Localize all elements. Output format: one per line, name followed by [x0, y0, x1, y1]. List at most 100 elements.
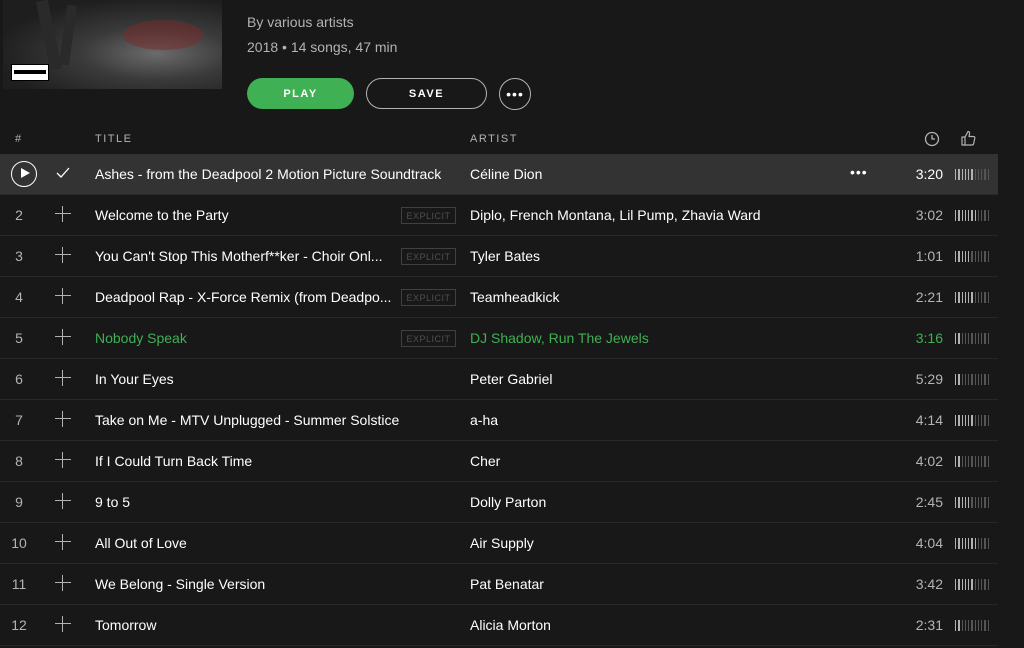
- track-duration: 5:29: [915, 371, 943, 387]
- track-row[interactable]: 10 All Out of Love Air Supply 4:04: [0, 523, 998, 564]
- more-icon: •••: [506, 86, 524, 102]
- track-artist[interactable]: Alicia Morton: [470, 617, 551, 633]
- track-duration: 4:14: [915, 412, 943, 428]
- explicit-badge: EXPLICIT: [401, 248, 456, 265]
- track-row[interactable]: 11 We Belong - Single Version Pat Benatar 3…: [0, 564, 998, 605]
- add-track-icon[interactable]: [55, 288, 71, 304]
- popularity-bar: [955, 538, 989, 549]
- track-title[interactable]: All Out of Love: [95, 535, 455, 551]
- track-row[interactable]: 5 Nobody Speak EXPLICIT DJ Shadow, Run The …: [0, 318, 998, 359]
- track-row[interactable]: 3 You Can't Stop This Motherf**ker - Choi…: [0, 236, 998, 277]
- column-header-artist[interactable]: ARTIST: [470, 133, 518, 145]
- track-more-icon[interactable]: •••: [850, 164, 868, 180]
- track-title[interactable]: 9 to 5: [95, 494, 455, 510]
- more-options-button[interactable]: •••: [499, 78, 531, 110]
- track-duration: 4:02: [915, 453, 943, 469]
- track-duration: 1:01: [915, 248, 943, 264]
- track-title[interactable]: Tomorrow: [95, 617, 455, 633]
- add-track-icon[interactable]: [55, 575, 71, 591]
- track-artist[interactable]: Peter Gabriel: [470, 371, 552, 387]
- track-duration: 3:16: [915, 330, 943, 346]
- popularity-bar: [955, 579, 989, 590]
- add-track-icon[interactable]: [55, 411, 71, 427]
- album-by-line: By various artists: [247, 14, 354, 30]
- track-duration: 2:21: [915, 289, 943, 305]
- track-row[interactable]: 9 9 to 5 Dolly Parton 2:45: [0, 482, 998, 523]
- track-number: 3: [15, 248, 23, 264]
- popularity-bar: [955, 415, 989, 426]
- album-info: 2018 • 14 songs, 47 min: [247, 39, 398, 55]
- cover-art-detail: [35, 0, 63, 71]
- popularity-bar: [955, 456, 989, 467]
- explicit-badge: EXPLICIT: [401, 207, 456, 224]
- track-title[interactable]: Ashes - from the Deadpool 2 Motion Pictu…: [95, 166, 455, 182]
- track-duration: 3:42: [915, 576, 943, 592]
- add-track-icon[interactable]: [55, 493, 71, 509]
- track-duration: 3:20: [915, 166, 943, 182]
- popularity-bar: [955, 620, 989, 631]
- track-artist[interactable]: Cher: [470, 453, 500, 469]
- track-title[interactable]: Welcome to the Party: [95, 207, 392, 223]
- add-track-icon[interactable]: [55, 206, 71, 222]
- track-row[interactable]: 7 Take on Me - MTV Unplugged - Summer Sol…: [0, 400, 998, 441]
- save-button[interactable]: SAVE: [366, 78, 487, 109]
- popularity-bar: [955, 497, 989, 508]
- track-number: 4: [15, 289, 23, 305]
- track-title[interactable]: We Belong - Single Version: [95, 576, 455, 592]
- track-row[interactable]: 12 Tomorrow Alicia Morton 2:31: [0, 605, 998, 646]
- track-row[interactable]: 6 In Your Eyes Peter Gabriel 5:29: [0, 359, 998, 400]
- track-number: 5: [15, 330, 23, 346]
- track-row[interactable]: Ashes - from the Deadpool 2 Motion Pictu…: [0, 154, 998, 195]
- track-artist[interactable]: Tyler Bates: [470, 248, 540, 264]
- cover-art-detail: [123, 20, 203, 50]
- track-number: 10: [11, 535, 27, 551]
- add-track-icon[interactable]: [55, 616, 71, 632]
- popularity-bar: [955, 333, 989, 344]
- column-header-title[interactable]: TITLE: [95, 133, 132, 145]
- track-row[interactable]: 4 Deadpool Rap - X-Force Remix (from Dead…: [0, 277, 998, 318]
- track-artist[interactable]: Air Supply: [470, 535, 534, 551]
- clock-icon[interactable]: [924, 131, 940, 147]
- track-duration: 3:02: [915, 207, 943, 223]
- track-row[interactable]: 8 If I Could Turn Back Time Cher 4:02: [0, 441, 998, 482]
- track-title[interactable]: You Can't Stop This Motherf**ker - Choir…: [95, 248, 392, 264]
- track-title[interactable]: Deadpool Rap - X-Force Remix (from Deadp…: [95, 289, 392, 305]
- track-number: 2: [15, 207, 23, 223]
- cover-art-detail: [58, 4, 78, 66]
- popularity-bar: [955, 251, 989, 262]
- add-track-icon[interactable]: [55, 452, 71, 468]
- track-number: 6: [15, 371, 23, 387]
- track-list: Ashes - from the Deadpool 2 Motion Pictu…: [0, 154, 998, 646]
- add-track-icon[interactable]: [55, 370, 71, 386]
- add-track-icon[interactable]: [55, 247, 71, 263]
- album-cover[interactable]: [3, 0, 222, 89]
- saved-check-icon[interactable]: [56, 164, 70, 182]
- track-duration: 2:45: [915, 494, 943, 510]
- track-artist[interactable]: Diplo, French Montana, Lil Pump, Zhavia …: [470, 207, 761, 223]
- play-button[interactable]: PLAY: [247, 78, 354, 109]
- track-artist[interactable]: DJ Shadow, Run The Jewels: [470, 330, 649, 346]
- track-artist[interactable]: Céline Dion: [470, 166, 542, 182]
- track-title[interactable]: If I Could Turn Back Time: [95, 453, 455, 469]
- track-duration: 4:04: [915, 535, 943, 551]
- add-track-icon[interactable]: [55, 534, 71, 550]
- popularity-bar: [955, 292, 989, 303]
- track-number: 12: [11, 617, 27, 633]
- parental-advisory-badge: [11, 64, 49, 81]
- play-track-icon[interactable]: [11, 161, 37, 187]
- track-artist[interactable]: Pat Benatar: [470, 576, 544, 592]
- track-artist[interactable]: Dolly Parton: [470, 494, 546, 510]
- track-title[interactable]: Nobody Speak: [95, 330, 392, 346]
- track-title[interactable]: Take on Me - MTV Unplugged - Summer Sols…: [95, 412, 455, 428]
- track-title[interactable]: In Your Eyes: [95, 371, 455, 387]
- add-track-icon[interactable]: [55, 329, 71, 345]
- explicit-badge: EXPLICIT: [401, 330, 456, 347]
- track-duration: 2:31: [915, 617, 943, 633]
- track-artist[interactable]: a-ha: [470, 412, 498, 428]
- explicit-badge: EXPLICIT: [401, 289, 456, 306]
- track-row[interactable]: 2 Welcome to the Party EXPLICIT Diplo, Fren…: [0, 195, 998, 236]
- popularity-bar: [955, 374, 989, 385]
- track-artist[interactable]: Teamheadkick: [470, 289, 560, 305]
- track-number: 11: [11, 576, 27, 592]
- thumbs-up-icon[interactable]: [960, 130, 976, 146]
